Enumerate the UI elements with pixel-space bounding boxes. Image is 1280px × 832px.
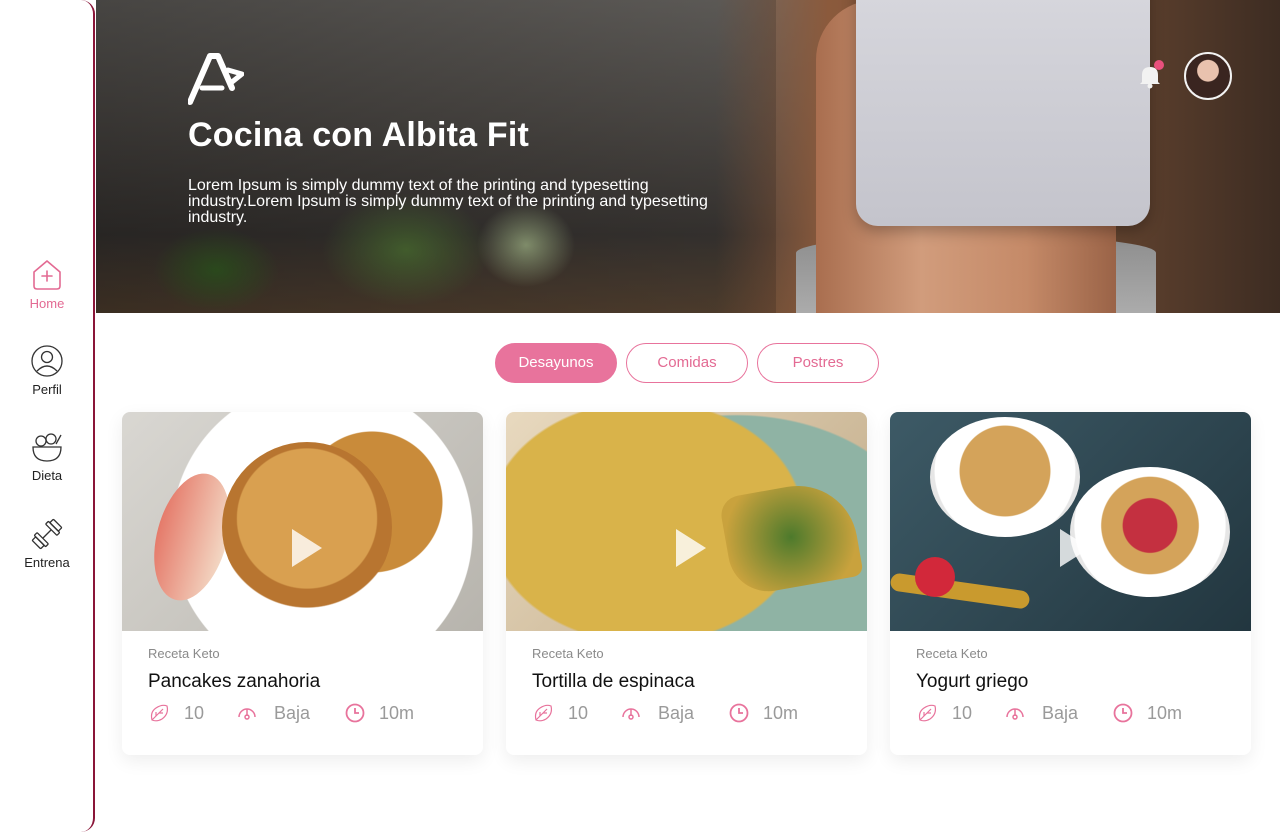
- sidebar-item-label: Home: [29, 296, 65, 311]
- sidebar-item-entrena[interactable]: Entrena: [0, 517, 94, 570]
- hero-overlay: [96, 0, 776, 313]
- sidebar-item-perfil[interactable]: Perfil: [0, 344, 94, 397]
- cooking-time: 10m: [379, 703, 415, 723]
- recipe-name: Yogurt griego: [916, 671, 1029, 692]
- ingredients-count: 10: [568, 703, 589, 723]
- ingredients-count: 10: [952, 703, 973, 723]
- food-detail: [222, 442, 392, 612]
- recipe-card[interactable]: Receta Keto Yogurt griego 10 Baja 10m: [890, 412, 1251, 755]
- difficulty-label: Baja: [1042, 703, 1079, 723]
- cooking-time: 10m: [1147, 703, 1183, 723]
- recipe-meta: 10 Baja 10m: [148, 702, 468, 724]
- recipe-image: [506, 412, 867, 631]
- sidebar-item-label: Entrena: [24, 555, 70, 570]
- page-title: Cocina con Albita Fit: [188, 116, 530, 154]
- recipe-image: [122, 412, 483, 631]
- recipe-image: [890, 412, 1251, 631]
- sidebar-item-home[interactable]: Home: [0, 258, 94, 311]
- salad-bowl-icon: [32, 433, 62, 462]
- clock-icon: [345, 703, 365, 723]
- food-detail: [1070, 467, 1230, 597]
- difficulty-label: Baja: [274, 703, 311, 723]
- notification-badge: [1154, 60, 1164, 70]
- difficulty-gauge-icon: [238, 708, 256, 720]
- play-icon[interactable]: [1060, 529, 1090, 567]
- tab-comidas[interactable]: Comidas: [626, 343, 748, 383]
- tab-postres[interactable]: Postres: [757, 343, 879, 383]
- dumbbell-icon: [31, 518, 63, 550]
- recipe-tag: Receta Keto: [916, 646, 988, 661]
- recipe-name: Tortilla de espinaca: [532, 671, 695, 692]
- recipe-tag: Receta Keto: [148, 646, 220, 661]
- clock-icon: [729, 703, 749, 723]
- difficulty-gauge-icon: [622, 708, 640, 720]
- recipe-card[interactable]: Receta Keto Tortilla de espinaca 10 Baja…: [506, 412, 867, 755]
- hero-photo-scale: [856, 0, 1150, 226]
- sidebar-item-label: Perfil: [32, 382, 62, 397]
- albita-fit-logo: [188, 53, 244, 105]
- play-icon[interactable]: [676, 529, 706, 567]
- user-avatar[interactable]: [1184, 52, 1232, 100]
- home-icon: [33, 260, 61, 290]
- play-icon[interactable]: [292, 529, 322, 567]
- recipe-meta: 10 Baja 10m: [916, 702, 1236, 724]
- cooking-time: 10m: [763, 703, 799, 723]
- profile-icon: [31, 345, 63, 377]
- recipe-card[interactable]: Receta Keto Pancakes zanahoria 10 Baja 1…: [122, 412, 483, 755]
- hero-description: Lorem Ipsum is simply dummy text of the …: [188, 177, 708, 226]
- clock-icon: [1113, 703, 1133, 723]
- food-detail: [930, 417, 1080, 537]
- recipe-meta: 10 Baja 10m: [532, 702, 852, 724]
- food-detail: [718, 476, 864, 598]
- ingredients-icon: [918, 704, 937, 722]
- food-detail: [890, 572, 1031, 610]
- sidebar-item-label: Dieta: [31, 468, 63, 483]
- tab-desayunos[interactable]: Desayunos: [495, 343, 617, 383]
- ingredients-icon: [534, 704, 553, 722]
- hero-banner: Cocina con Albita Fit Lorem Ipsum is sim…: [96, 0, 1280, 313]
- food-detail: [915, 557, 955, 597]
- ingredients-icon: [150, 704, 169, 722]
- recipe-name: Pancakes zanahoria: [148, 671, 321, 692]
- difficulty-label: Baja: [658, 703, 695, 723]
- sidebar-item-dieta[interactable]: Dieta: [0, 430, 94, 483]
- ingredients-count: 10: [184, 703, 205, 723]
- sidebar: Home Perfil Dieta Entrena: [0, 0, 95, 832]
- recipe-tag: Receta Keto: [532, 646, 604, 661]
- difficulty-gauge-icon: [1006, 708, 1024, 720]
